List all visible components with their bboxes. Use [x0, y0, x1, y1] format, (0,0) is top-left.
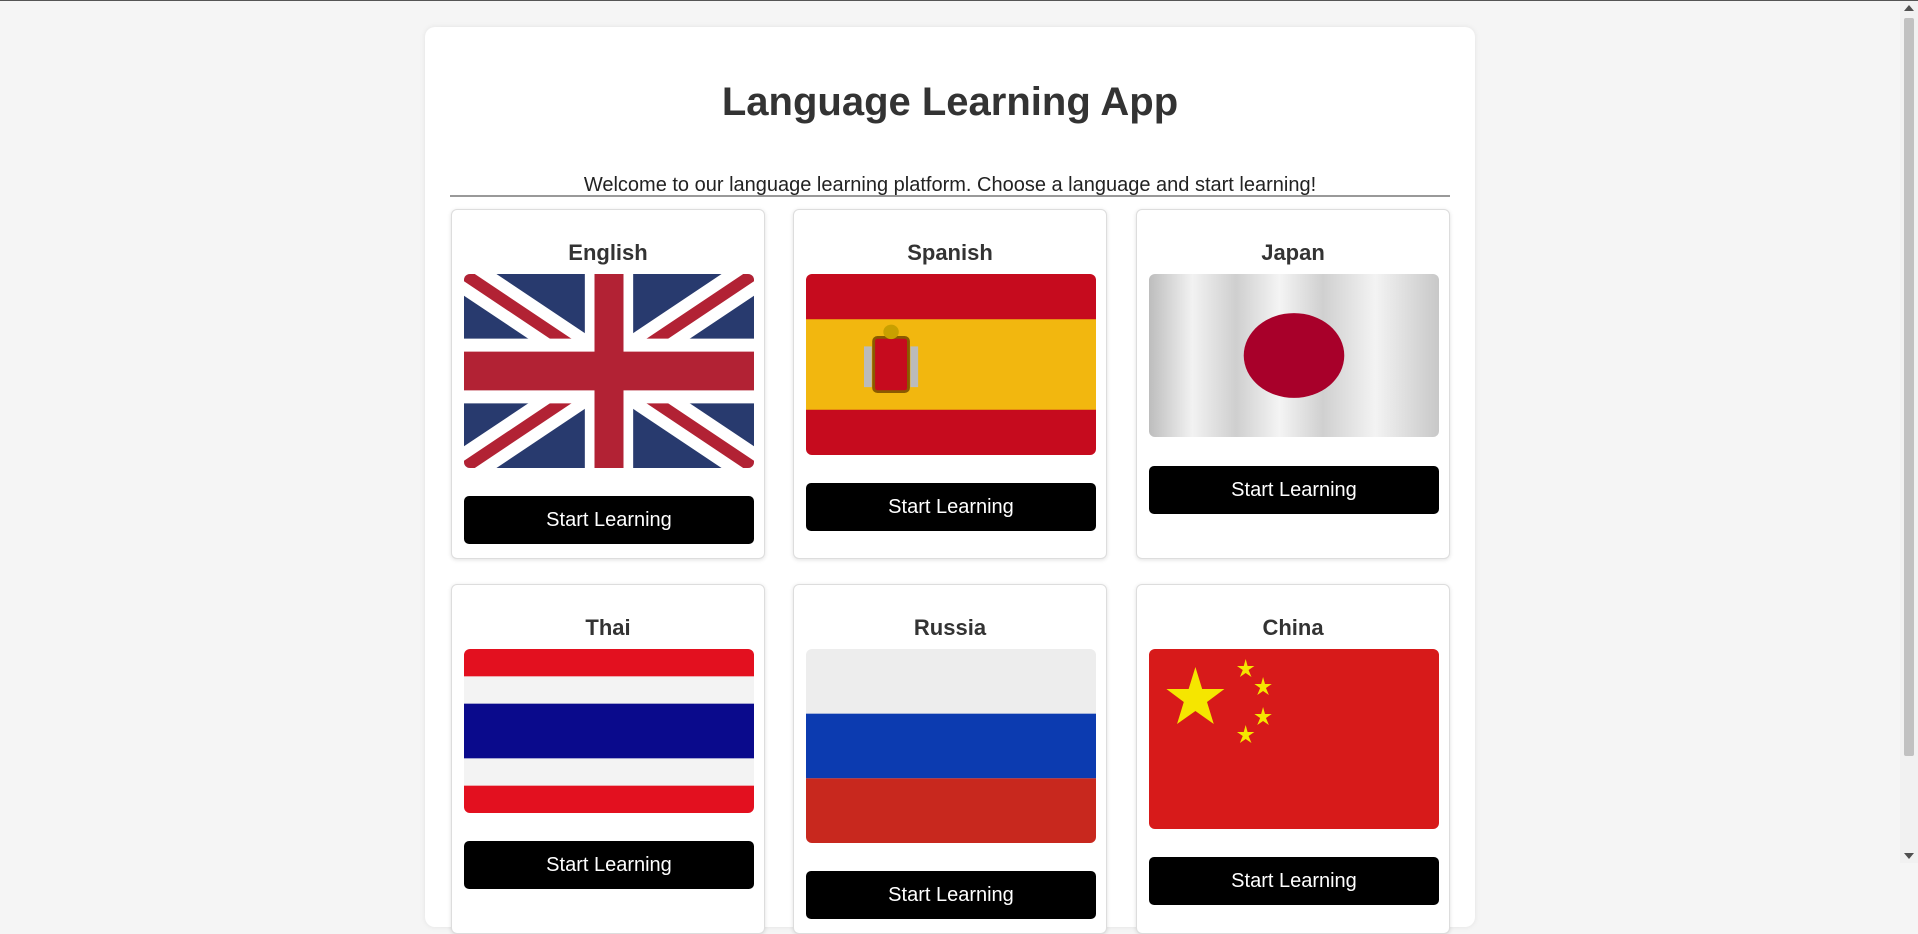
scroll-down-arrow-icon[interactable]: [1904, 853, 1914, 859]
language-card-china: China Start Learning: [1136, 584, 1450, 934]
card-title: Russia: [913, 615, 987, 640]
card-title: Japan: [1261, 240, 1325, 265]
start-learning-button[interactable]: Start Learning: [464, 496, 754, 544]
china-flag-image: [1149, 649, 1439, 829]
language-card-russia: Russia Start Learning: [793, 584, 1107, 934]
language-card-spanish: Spanish Start Learning: [793, 209, 1107, 559]
start-learning-button[interactable]: Start Learning: [1149, 466, 1439, 514]
card-title: English: [568, 240, 648, 265]
spain-flag-image: [806, 274, 1096, 455]
card-title: Thai: [585, 615, 631, 640]
page-title: Language Learning App: [721, 80, 1179, 124]
thailand-flag-image: [464, 649, 754, 813]
language-card-japan: Japan Start Learning: [1136, 209, 1450, 559]
main-container: Language Learning App Welcome to our lan…: [425, 27, 1475, 934]
japan-flag-image: [1149, 274, 1439, 437]
divider: [450, 195, 1450, 197]
united-kingdom-flag-image: [464, 274, 754, 468]
card-title: China: [1262, 615, 1324, 640]
card-title: Spanish: [907, 240, 993, 265]
russia-flag-image: [806, 649, 1096, 843]
start-learning-button[interactable]: Start Learning: [464, 841, 754, 889]
scrollbar-thumb[interactable]: [1904, 18, 1914, 756]
intro-text: Welcome to our language learning platfor…: [583, 174, 1317, 196]
language-card-thai: Thai Start Learning: [451, 584, 765, 934]
start-learning-button[interactable]: Start Learning: [806, 483, 1096, 531]
start-learning-button[interactable]: Start Learning: [1149, 857, 1439, 905]
start-learning-button[interactable]: Start Learning: [806, 871, 1096, 919]
language-card-english: English Start Learning: [451, 209, 765, 559]
vertical-scrollbar[interactable]: [1900, 1, 1918, 863]
scroll-up-arrow-icon[interactable]: [1904, 5, 1914, 11]
